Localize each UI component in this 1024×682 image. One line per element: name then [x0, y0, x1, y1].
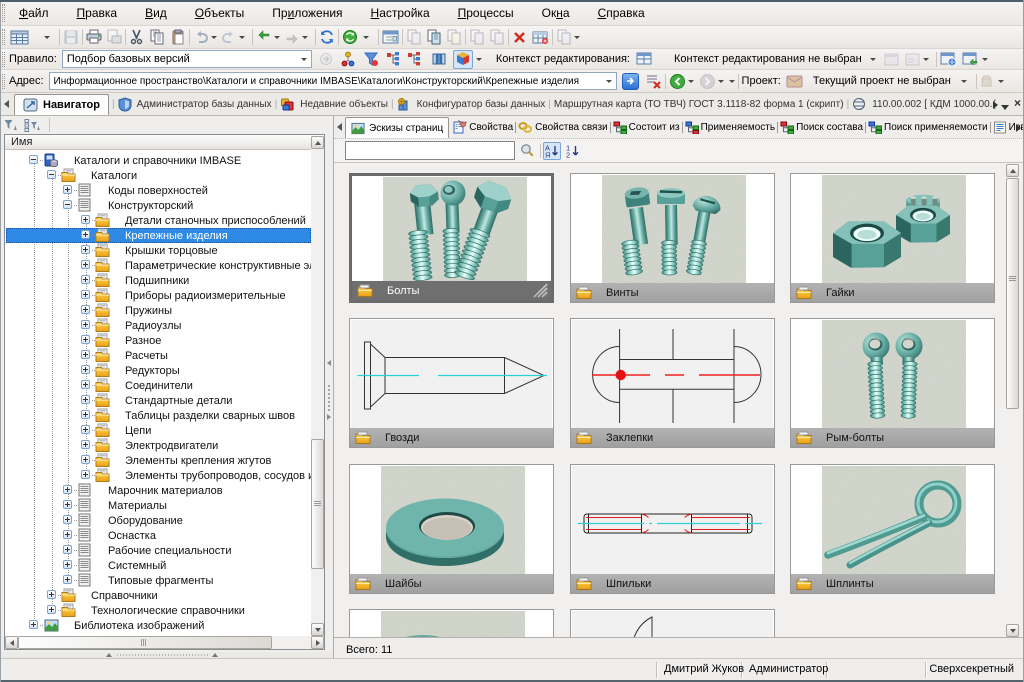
svg-text:2: 2	[566, 150, 570, 158]
svg-text:Я: Я	[545, 150, 550, 158]
